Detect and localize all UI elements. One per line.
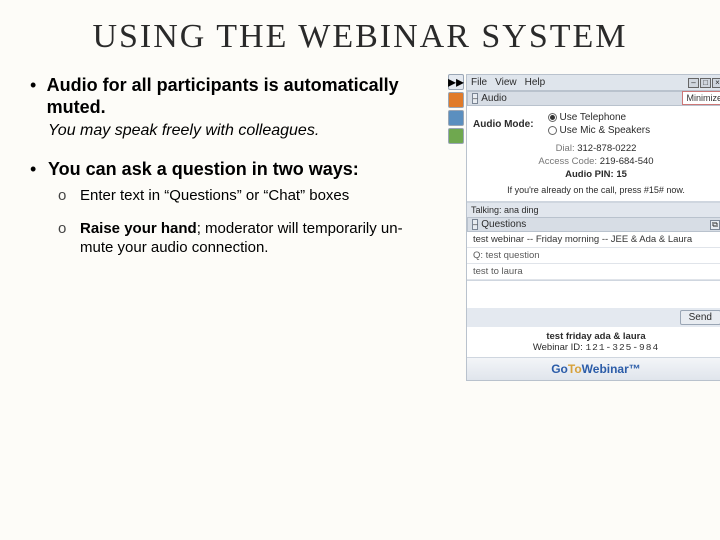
side-tabs: ▸▸ [448, 74, 464, 144]
menu-file[interactable]: File [471, 77, 487, 88]
question-thread-title: test webinar -- Friday morning -- JEE & … [467, 232, 720, 248]
bullet-item: • You can ask a question in two ways: [30, 158, 430, 180]
bullet-text: You can ask a question in two ways: [48, 158, 359, 180]
minimize-callout: Minimize [682, 91, 720, 105]
panel-footer: test friday ada & laura Webinar ID: 121-… [467, 327, 720, 357]
question-row: test to laura [467, 264, 720, 280]
talking-row: Talking: ana ding [467, 202, 720, 217]
collapse-icon[interactable]: – [472, 219, 478, 230]
question-input[interactable] [467, 280, 720, 308]
questions-section: test webinar -- Friday morning -- JEE & … [467, 232, 720, 327]
sub-bullet: o Raise your hand; moderator will tempor… [58, 219, 430, 257]
webinar-id: 121-325-984 [585, 342, 659, 353]
sub-bullet: o Enter text in “Questions” or “Chat” bo… [58, 186, 430, 205]
audio-mode-label: Audio Mode: [473, 119, 534, 130]
use-telephone-radio[interactable]: Use Telephone [548, 112, 651, 123]
maximize-window-icon[interactable]: □ [700, 78, 711, 88]
bullet-subtext: You may speak freely with colleagues. [48, 122, 430, 140]
hand-tab-icon[interactable] [448, 128, 464, 144]
menu-bar: File View Help – □ × Minimize [467, 75, 720, 91]
question-row: Q: test question [467, 248, 720, 264]
collapse-icon[interactable]: – [472, 93, 478, 104]
dial-info: Dial: 312-878-0222 Access Code: 219-684-… [473, 142, 719, 181]
minimize-window-icon[interactable]: – [688, 78, 699, 88]
bullet-column: • Audio for all participants is automati… [30, 74, 430, 381]
use-mic-radio[interactable]: Use Mic & Speakers [548, 125, 651, 136]
audio-hint: If you're already on the call, press #15… [473, 185, 719, 195]
gotowebinar-logo: GoToWebinar™ [467, 357, 720, 380]
questions-section-header[interactable]: – Questions ⧉ [467, 217, 720, 232]
close-window-icon[interactable]: × [712, 78, 720, 88]
send-button[interactable]: Send [680, 310, 720, 325]
arrow-icon[interactable]: ▸▸ [448, 74, 464, 90]
bullet-text: Audio for all participants is automatica… [47, 74, 430, 118]
sub-bullet-text: Raise your hand; moderator will temporar… [80, 219, 430, 257]
menu-help[interactable]: Help [525, 77, 546, 88]
gotowebinar-panel: File View Help – □ × Minimize – Audio ⧉ [466, 74, 720, 381]
menu-view[interactable]: View [495, 77, 517, 88]
grab-tab-icon[interactable] [448, 92, 464, 108]
popout-icon[interactable]: ⧉ [710, 220, 720, 230]
bullet-item: • Audio for all participants is automati… [30, 74, 430, 118]
slide-title: USING THE WEBINAR SYSTEM [30, 18, 690, 56]
sub-bullet-text: Enter text in “Questions” or “Chat” boxe… [80, 186, 430, 205]
webinar-name: test friday ada & laura [546, 331, 645, 342]
audio-section: Audio Mode: Use Telephone Use Mic & Spea… [467, 106, 720, 202]
mic-tab-icon[interactable] [448, 110, 464, 126]
